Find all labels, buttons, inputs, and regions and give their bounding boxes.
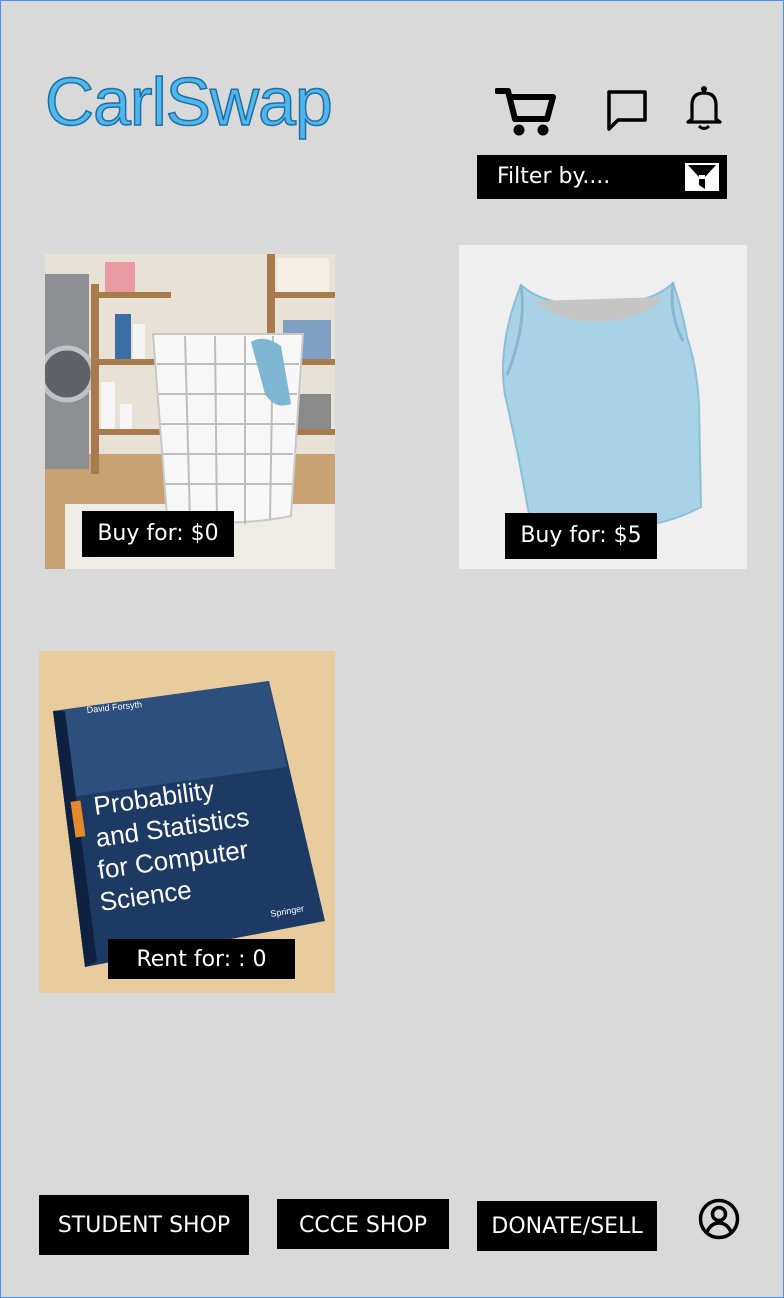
bell-icon[interactable] [684, 85, 724, 131]
filter-label: Filter by.... [497, 164, 611, 189]
product-card-crop-top[interactable]: Buy for: $5 [459, 245, 747, 569]
cart-icon[interactable] [494, 85, 557, 139]
price-label: Rent for: : 0 [108, 939, 295, 979]
filter-icon[interactable] [685, 163, 719, 191]
product-card-laundry-basket[interactable]: Buy for: $0 [45, 254, 335, 569]
ccce-shop-button[interactable]: CCCE SHOP [277, 1199, 449, 1249]
price-label: Buy for: $5 [505, 513, 657, 559]
product-card-textbook[interactable]: David Forsyth Probability and Statistics… [39, 651, 335, 993]
filter-dropdown[interactable]: Filter by.... [477, 155, 727, 199]
profile-icon[interactable] [697, 1197, 741, 1241]
chat-icon[interactable] [604, 87, 650, 133]
price-label: Buy for: $0 [82, 511, 234, 557]
app-screen: CarlSwap Filter by.... Buy for: $0 Buy f… [0, 0, 784, 1298]
student-shop-button[interactable]: STUDENT SHOP [39, 1195, 249, 1255]
app-logo[interactable]: CarlSwap [44, 63, 333, 141]
donate-sell-button[interactable]: DONATE/SELL [477, 1201, 657, 1251]
